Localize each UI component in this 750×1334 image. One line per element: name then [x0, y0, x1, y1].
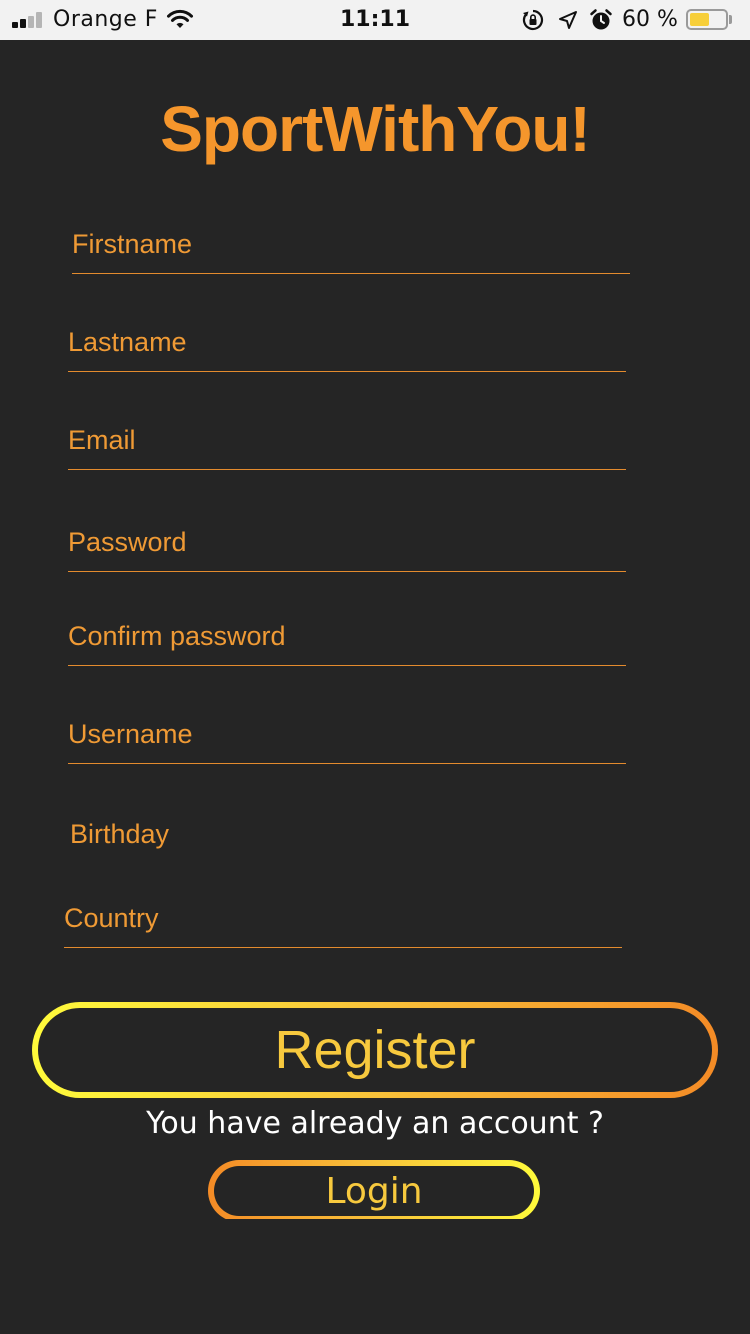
- status-bar: Orange F 11:11 60 %: [0, 0, 750, 40]
- country-field-container: [64, 894, 622, 948]
- login-button[interactable]: Login: [208, 1160, 540, 1222]
- firstname-field-container: [72, 220, 630, 274]
- birthday-field-container: [70, 810, 628, 858]
- confirm-password-input[interactable]: [68, 612, 626, 660]
- location-icon: [559, 11, 577, 29]
- country-input[interactable]: [64, 894, 622, 942]
- alarm-icon: [590, 9, 612, 30]
- lastname-field-container: [68, 318, 626, 372]
- password-input[interactable]: [68, 518, 626, 566]
- app-title: SportWithYou!: [160, 93, 591, 165]
- register-button-inner: Register: [38, 1008, 712, 1092]
- password-field-container: [68, 518, 626, 572]
- lastname-input[interactable]: [68, 318, 626, 366]
- battery-nub: [729, 15, 732, 24]
- already-account-text: You have already an account ?: [146, 1106, 604, 1141]
- firstname-input[interactable]: [72, 220, 630, 268]
- email-field-container: [68, 416, 626, 470]
- email-input[interactable]: [68, 416, 626, 464]
- birthday-input[interactable]: [70, 810, 628, 858]
- username-field-container: [68, 710, 626, 764]
- register-button-label: Register: [274, 1020, 476, 1080]
- login-button-clip: [200, 1219, 550, 1229]
- login-button-label: Login: [325, 1170, 423, 1212]
- battery-percent: 60 %: [622, 7, 678, 32]
- login-button-inner: Login: [214, 1166, 534, 1216]
- confirm-password-field-container: [68, 612, 626, 666]
- rotation-lock-icon: [522, 9, 544, 31]
- battery-level-fill: [690, 13, 709, 26]
- register-button[interactable]: Register: [32, 1002, 718, 1098]
- battery-icon: [686, 9, 728, 30]
- username-input[interactable]: [68, 710, 626, 758]
